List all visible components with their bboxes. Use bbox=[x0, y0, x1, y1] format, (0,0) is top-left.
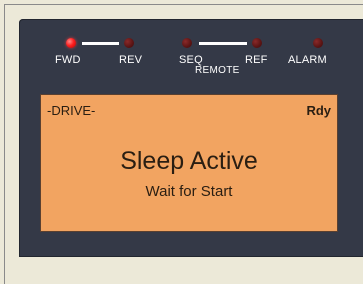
remote-label: REMOTE bbox=[195, 65, 240, 76]
drive-mode-text: -DRIVE- bbox=[47, 103, 96, 118]
seq-led-icon bbox=[182, 38, 192, 48]
ready-status-text: Rdy bbox=[306, 103, 331, 118]
seq-ref-link bbox=[199, 42, 247, 45]
lcd-display: -DRIVE- Rdy Sleep Active Wait for Start bbox=[40, 94, 338, 232]
status-submessage: Wait for Start bbox=[145, 183, 233, 200]
status-message: Sleep Active bbox=[120, 147, 258, 175]
fwd-label: FWD bbox=[55, 54, 81, 66]
fwd-rev-link bbox=[82, 42, 119, 45]
alarm-led-icon bbox=[313, 38, 323, 48]
rev-label: REV bbox=[119, 54, 143, 66]
rev-led-icon bbox=[124, 38, 134, 48]
ref-led-icon bbox=[252, 38, 262, 48]
ref-label: REF bbox=[245, 54, 268, 66]
alarm-label: ALARM bbox=[288, 54, 327, 66]
fwd-led-icon bbox=[66, 38, 76, 48]
